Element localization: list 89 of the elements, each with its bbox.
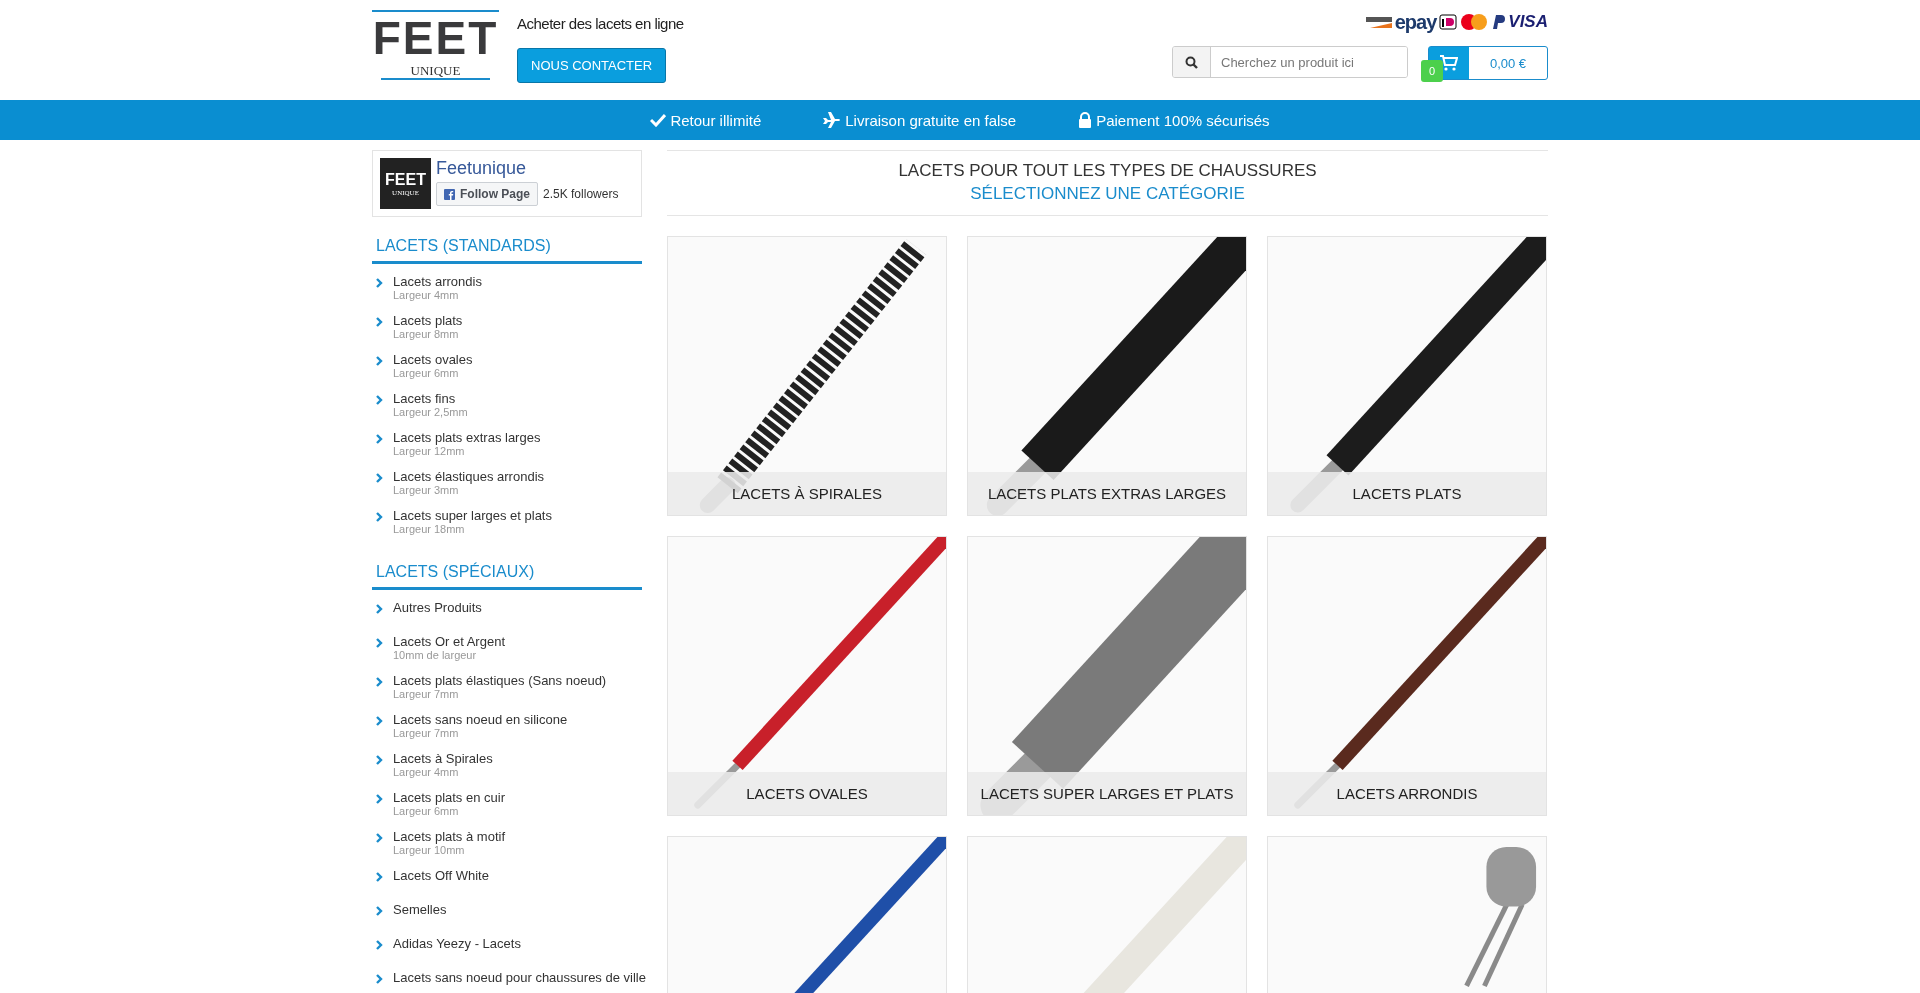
category-detail: Largeur 6mm [393,367,460,379]
feature-text: Paiement 100% sécurisés [1096,111,1270,129]
category-label: LACETS À SPIRALES [668,472,946,515]
lace-toggle [1486,846,1537,907]
category-card[interactable]: LACETS OVALES [667,536,947,816]
page-subtitle: SÉLECTIONNEZ UNE CATÉGORIE [969,184,1246,204]
chevron-icon [376,395,383,405]
payment-logo-icon [1365,15,1392,29]
category-card[interactable]: LACETS À SPIRALES [667,236,947,516]
category-detail: Largeur 3mm [393,484,460,496]
chevron-icon [376,974,383,984]
category-label: LACETS OVALES [668,772,946,815]
chevron-icon [376,473,383,483]
chevron-icon [376,872,383,882]
category-link[interactable]: Lacets fins [393,391,468,406]
tagline: Acheter des lacets en ligne [517,15,684,32]
chevron-icon [376,794,383,804]
category-link[interactable]: Lacets à Spirales [393,751,493,766]
category-link[interactable]: Lacets ovales [393,352,473,367]
category-detail: Largeur 7mm [393,727,460,739]
plane-icon [823,112,842,128]
chevron-icon [376,638,383,648]
category-link[interactable]: Lacets super larges et plats [393,508,552,523]
category-label: LACETS ARRONDIS [1268,772,1546,815]
category-detail: Largeur 18mm [393,523,466,535]
chevron-icon [376,940,383,950]
category-detail: Largeur 7mm [393,688,460,700]
search-field[interactable]: Cherchez un produit ici [1172,46,1408,78]
category-link[interactable]: Lacets plats en cuir [393,790,505,805]
category-link[interactable]: Lacets arrondis [393,274,482,289]
follow-button[interactable]: Follow Page [436,182,538,206]
category-link[interactable]: Lacets élastiques arrondis [393,469,545,484]
category-link[interactable]: Lacets plats extras larges [393,430,541,445]
category-link[interactable]: Lacets sans noeud pour chaussures de ville [393,970,646,985]
category-label: LACETS PLATS [1268,472,1546,515]
feature-text: Livraison gratuite en false [845,111,1017,129]
payment-logo: epay [1394,10,1437,34]
category-detail: Largeur 12mm [393,445,466,457]
category-heading: LACETS (SPÉCIAUX) [372,563,642,590]
chevron-icon [376,278,383,288]
category-card[interactable]: LACETS PLATS [1267,236,1547,516]
category-detail: Largeur 8mm [393,328,460,340]
lock-icon [1078,112,1093,128]
chevron-icon [376,833,383,843]
page-name-link[interactable]: Feetunique [436,158,619,179]
cart-icon [1440,55,1458,71]
search-icon[interactable] [1185,55,1198,69]
category-link[interactable]: Semelles [393,902,447,917]
check-icon [650,113,667,127]
chevron-icon [376,434,383,444]
facebook-icon [444,188,455,200]
category-link[interactable]: Lacets Or et Argent [393,634,505,649]
category-link[interactable]: Autres Produits [393,600,482,615]
category-card[interactable]: LACETS ARRONDIS [1267,536,1547,816]
feature-text: Retour illimité [670,111,762,129]
chevron-icon [376,317,383,327]
chevron-icon [376,755,383,765]
category-link[interactable]: Lacets plats [393,313,463,328]
chevron-icon [376,356,383,366]
category-label: LACETS PLATS EXTRAS LARGES [968,472,1246,515]
category-label: LACETS SUPER LARGES ET PLATS [968,772,1246,815]
category-detail: Largeur 2,5mm [393,406,468,418]
category-detail: Largeur 4mm [393,289,460,301]
chevron-icon [376,906,383,916]
category-card[interactable]: LACETS PLATS EXTRAS LARGES [967,236,1247,516]
category-link[interactable]: Lacets Off White [393,868,489,883]
followers-count: 2.5K followers [543,187,619,201]
chevron-icon [376,512,383,522]
page-title: LACETS POUR TOUT LES TYPES DE CHAUSSURES [897,161,1318,181]
cart-total: 0,00 € [1488,54,1528,73]
payment-logo: VISA [1508,12,1548,32]
category-link[interactable]: Lacets sans noeud en silicone [393,712,568,727]
site-logo[interactable]: FEET UNIQUE [372,10,499,83]
category-link[interactable]: Adidas Yeezy - Lacets [393,936,521,951]
category-detail: Largeur 4mm [393,766,460,778]
cart-count: 0 [1421,60,1443,82]
payment-logo-icon [1439,14,1458,30]
category-detail: Largeur 6mm [393,805,460,817]
payment-logo-icon [1491,14,1506,30]
category-card[interactable]: LACETS SUPER LARGES ET PLATS [967,536,1247,816]
chevron-icon [376,677,383,687]
category-link[interactable]: Lacets plats à motif [393,829,505,844]
category-detail: 10mm de largeur [393,649,478,661]
chevron-icon [376,604,383,614]
payment-logo-icon [1460,13,1489,31]
category-heading: LACETS (STANDARDS) [372,237,642,264]
category-detail: Largeur 10mm [393,844,466,856]
chevron-icon [376,716,383,726]
category-link[interactable]: Lacets plats élastiques (Sans noeud) [393,673,607,688]
